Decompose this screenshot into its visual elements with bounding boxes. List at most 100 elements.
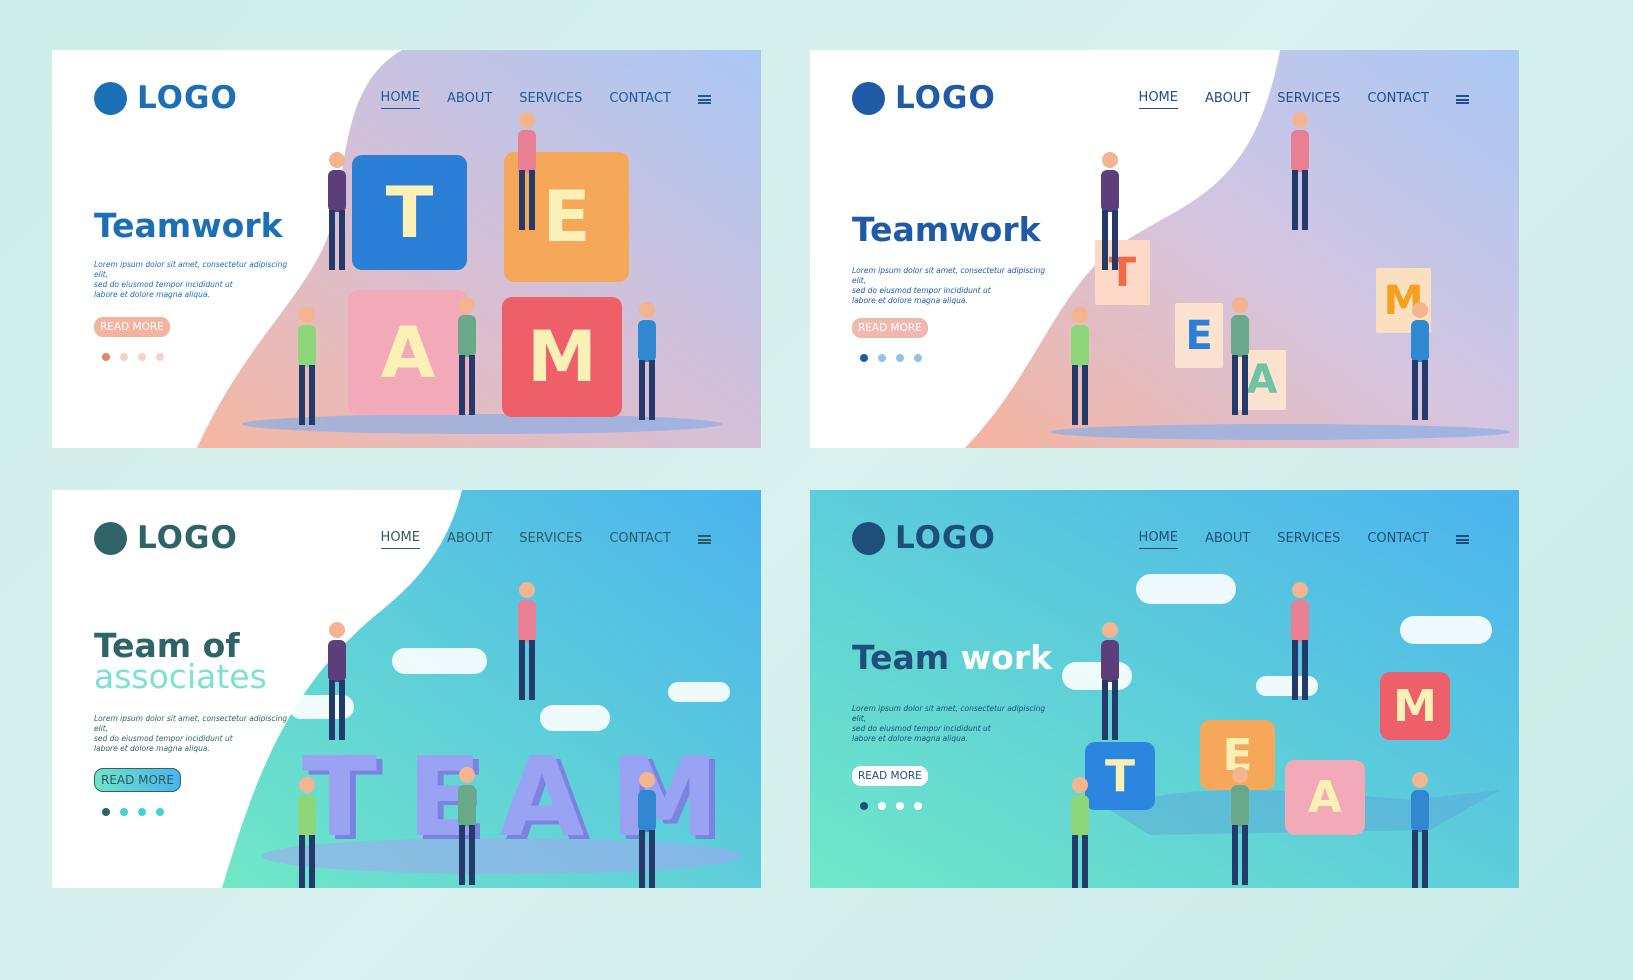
person-illustration <box>328 152 346 270</box>
read-more-button[interactable]: READ MORE <box>94 317 170 337</box>
main-nav: HOME ABOUT SERVICES CONTACT <box>1138 530 1469 549</box>
logo[interactable]: LOGO <box>94 80 238 116</box>
logo[interactable]: LOGO <box>852 80 996 116</box>
description-line: sed do eiusmod tempor incididunt ut <box>94 734 233 743</box>
slider-dot[interactable] <box>102 353 110 361</box>
logo[interactable]: LOGO <box>852 520 996 556</box>
slider-dot[interactable] <box>860 354 868 362</box>
menu-icon[interactable] <box>698 535 711 544</box>
slider-dots <box>860 354 922 362</box>
letter-tile-m: M <box>1380 672 1450 740</box>
description-line: labore et dolore magna aliqua. <box>94 744 210 753</box>
slider-dot[interactable] <box>878 354 886 362</box>
nav-contact[interactable]: CONTACT <box>609 531 671 549</box>
person-illustration <box>518 112 536 230</box>
person-illustration <box>1411 302 1429 420</box>
description-line: Lorem ipsum dolor sit amet, consectetur … <box>94 714 288 733</box>
logo-text: LOGO <box>895 520 996 556</box>
person-figure <box>1225 295 1255 429</box>
letter-tile-e: E <box>1175 303 1223 368</box>
cloud <box>1400 616 1492 644</box>
slider-dot[interactable] <box>156 808 164 816</box>
description-line: sed do eiusmod tempor incididunt ut <box>852 286 991 295</box>
slider-dot[interactable] <box>120 808 128 816</box>
person-figure <box>1285 110 1315 244</box>
letter-tile-a: A <box>499 733 585 861</box>
nav-services[interactable]: SERVICES <box>1277 91 1340 109</box>
nav-contact[interactable]: CONTACT <box>1367 91 1429 109</box>
nav-home[interactable]: HOME <box>1138 530 1178 549</box>
person-figure <box>452 295 482 429</box>
person-figure <box>1285 580 1315 714</box>
slider-dot[interactable] <box>896 354 904 362</box>
person-illustration <box>638 772 656 888</box>
slider-dot[interactable] <box>914 354 922 362</box>
description-line: labore et dolore magna aliqua. <box>94 290 210 299</box>
read-more-button[interactable]: READ MORE <box>852 318 928 338</box>
person-illustration <box>298 307 316 425</box>
logo[interactable]: LOGO <box>94 520 238 556</box>
slider-dot[interactable] <box>156 353 164 361</box>
hero-title: Teamwork <box>94 209 283 242</box>
hero-title-main: Teamwork <box>852 210 1041 249</box>
nav-services[interactable]: SERVICES <box>519 531 582 549</box>
slider-dot[interactable] <box>138 353 146 361</box>
nav-home[interactable]: HOME <box>380 530 420 549</box>
slider-dot[interactable] <box>860 802 868 810</box>
nav-contact[interactable]: CONTACT <box>609 91 671 109</box>
hero-description: Lorem ipsum dolor sit amet, consectetur … <box>94 714 294 754</box>
slider-dots <box>102 808 164 816</box>
description-line: Lorem ipsum dolor sit amet, consectetur … <box>852 266 1046 285</box>
slider-dot[interactable] <box>914 802 922 810</box>
logo-circle-icon <box>94 81 127 115</box>
person-figure <box>632 770 662 888</box>
person-illustration <box>1071 307 1089 425</box>
logo-text: LOGO <box>137 520 238 556</box>
slider-dots <box>860 802 922 810</box>
person-illustration <box>1291 112 1309 230</box>
slider-dot[interactable] <box>120 353 128 361</box>
main-nav: HOME ABOUT SERVICES CONTACT <box>380 90 711 109</box>
person-illustration <box>1231 297 1249 415</box>
person-figure <box>322 620 352 754</box>
menu-icon[interactable] <box>1456 95 1469 104</box>
letter-tile-m: M <box>502 297 622 417</box>
cloud <box>1136 574 1236 604</box>
letter-tile-a: A <box>1285 760 1365 835</box>
slider-dot[interactable] <box>878 802 886 810</box>
person-figure <box>512 110 542 244</box>
nav-services[interactable]: SERVICES <box>519 91 582 109</box>
slider-dot[interactable] <box>102 808 110 816</box>
nav-about[interactable]: ABOUT <box>1205 91 1250 109</box>
person-figure <box>292 305 322 439</box>
read-more-button[interactable]: READ MORE <box>852 766 928 786</box>
nav-about[interactable]: ABOUT <box>447 91 492 109</box>
person-illustration <box>1101 152 1119 270</box>
menu-icon[interactable] <box>698 95 711 104</box>
nav-home[interactable]: HOME <box>380 90 420 109</box>
main-nav: HOME ABOUT SERVICES CONTACT <box>1138 90 1469 109</box>
person-figure <box>1065 305 1095 439</box>
main-nav: HOME ABOUT SERVICES CONTACT <box>380 530 711 549</box>
person-illustration <box>1101 622 1119 740</box>
cloud <box>540 705 610 731</box>
person-illustration <box>518 582 536 700</box>
menu-icon[interactable] <box>1456 535 1469 544</box>
slider-dot[interactable] <box>138 808 146 816</box>
nav-home[interactable]: HOME <box>1138 90 1178 109</box>
nav-about[interactable]: ABOUT <box>447 531 492 549</box>
nav-services[interactable]: SERVICES <box>1277 531 1340 549</box>
letter-tile-a: A <box>348 290 468 415</box>
person-illustration <box>458 297 476 415</box>
hero-title-main: Teamwork <box>94 206 283 245</box>
person-figure <box>512 580 542 714</box>
nav-about[interactable]: ABOUT <box>1205 531 1250 549</box>
logo-circle-icon <box>94 521 127 555</box>
slider-dot[interactable] <box>896 802 904 810</box>
hero-description: Lorem ipsum dolor sit amet, consectetur … <box>852 266 1052 306</box>
nav-contact[interactable]: CONTACT <box>1367 531 1429 549</box>
slider-dots <box>102 353 164 361</box>
logo-text: LOGO <box>895 80 996 116</box>
read-more-button[interactable]: READ MORE <box>94 768 181 792</box>
cloud <box>392 648 487 674</box>
